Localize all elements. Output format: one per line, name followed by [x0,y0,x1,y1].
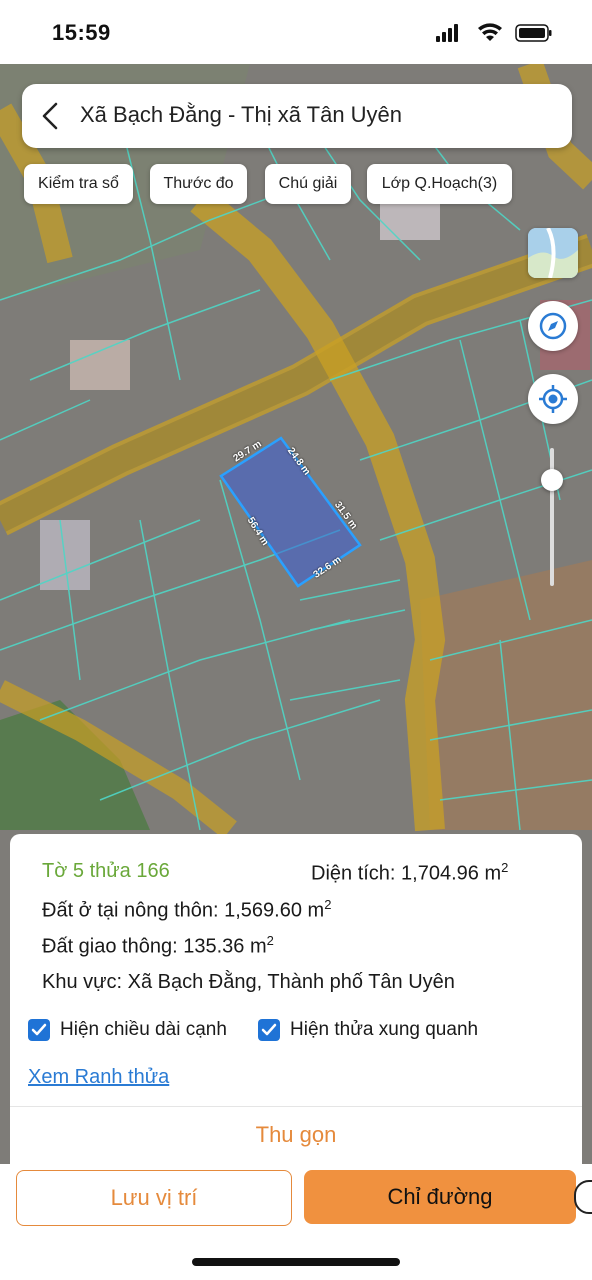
location-title: Xã Bạch Đằng - Thị xã Tân Uyên [80,102,403,127]
status-icons [436,23,552,42]
compass-button[interactable] [528,301,578,351]
map-thumbnail-icon [528,228,578,278]
checkmark-icon [31,1023,47,1036]
locate-icon [539,385,567,413]
wifi-icon [478,23,502,41]
check-book-button[interactable]: Kiểm tra sổ [24,164,133,204]
directions-button[interactable]: Chỉ đường [304,1170,576,1224]
show-surrounding-label[interactable]: Hiện thửa xung quanh [290,1019,478,1041]
area-unit-sup: 2 [501,860,509,875]
show-edge-length-label[interactable]: Hiện chiều dài cạnh [60,1019,227,1041]
save-location-button[interactable]: Lưu vị trí [16,1170,292,1226]
planning-layer-button[interactable]: Lớp Q.Hoạch(3) [367,164,512,204]
residential-unit-sup: 2 [324,897,332,912]
parcel-area: Diện tích: 1,704.96 m2 [311,860,508,886]
panel-divider [10,1106,582,1107]
location-header: Xã Bạch Đằng - Thị xã Tân Uyên [22,84,572,148]
status-bar: 15:59 [0,0,592,64]
checkmark-icon [261,1023,277,1036]
compass-icon [539,312,567,340]
show-surrounding-checkbox[interactable] [258,1019,280,1041]
zoom-slider-handle[interactable] [541,469,563,491]
home-indicator[interactable] [192,1258,400,1266]
ruler-button[interactable]: Thước đo [150,164,247,204]
region-text: Khu vực: Xã Bạch Đằng, Thành phố Tân Uyê… [42,971,455,993]
status-time: 15:59 [52,20,111,45]
collapse-button[interactable]: Thu gọn [10,1108,582,1162]
parcel-id: Tờ 5 thửa 166 [42,860,170,882]
traffic-land: Đất giao thông: 135.36 m2 [42,933,274,959]
traffic-land-text: Đất giao thông: 135.36 m [42,935,267,958]
map-layer-button[interactable] [528,228,578,278]
my-location-button[interactable] [528,374,578,424]
legend-button[interactable]: Chú giải [265,164,351,204]
battery-icon [515,24,552,42]
residential-land-text: Đất ở tại nông thôn: 1,569.60 m [42,899,325,922]
back-arrow-icon[interactable] [36,100,66,132]
cellular-signal-icon [436,24,458,42]
view-boundary-link[interactable]: Xem Ranh thửa [28,1066,169,1089]
traffic-unit-sup: 2 [266,933,274,948]
show-edge-length-checkbox[interactable] [28,1019,50,1041]
parcel-area-text: Diện tích: 1,704.96 m [311,862,502,885]
residential-land: Đất ở tại nông thôn: 1,569.60 m2 [42,897,331,923]
